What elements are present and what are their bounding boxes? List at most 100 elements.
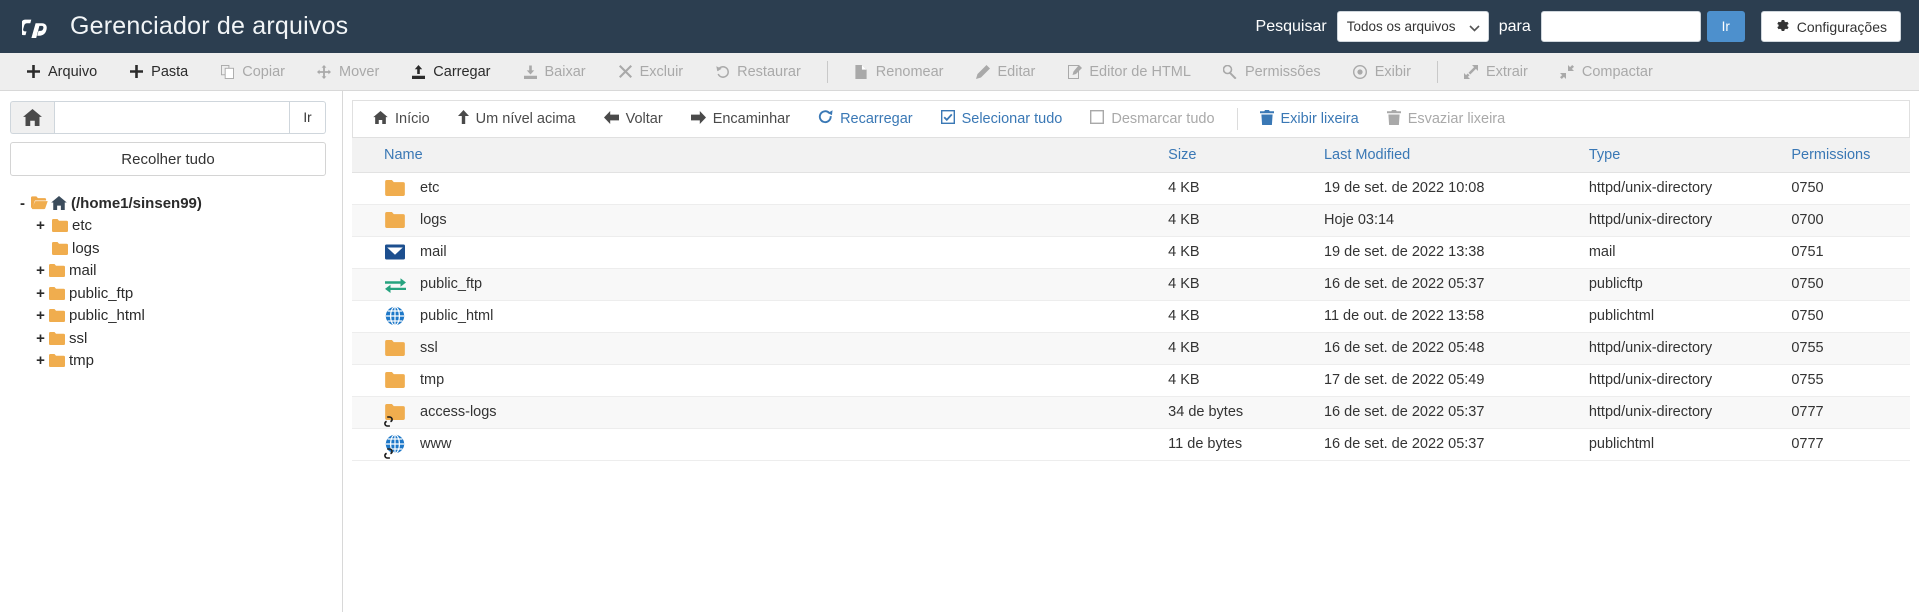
column-header-modified[interactable]: Last Modified [1317,138,1583,173]
tree-item-mail[interactable]: + mail [10,260,326,283]
trash-icon [1386,109,1401,129]
ftp-icon [384,273,406,295]
file-name-cell[interactable]: public_ftp [352,268,1163,301]
uncheck-icon [1090,109,1105,128]
file-size: 11 de bytes [1162,428,1318,461]
home-icon [51,196,67,211]
nav-forward-button[interactable]: Encaminhar [677,101,804,137]
folder-icon [49,309,65,323]
file-permissions: 0777 [1785,428,1910,461]
expand-toggle-icon[interactable]: + [32,262,49,279]
tree-item-logs[interactable]: logs [10,237,326,260]
expand-toggle-icon[interactable]: + [32,285,49,302]
file-type: publicftp [1582,268,1786,301]
nav-select-all-button[interactable]: Selecionar tudo [927,101,1077,137]
tree-item-tmp[interactable]: + tmp [10,350,326,373]
table-row[interactable]: tmp 4 KB 17 de set. de 2022 05:49 httpd/… [352,364,1910,397]
tree-item-label: tmp [69,352,95,370]
file-size: 4 KB [1162,172,1318,205]
file-permissions: 0700 [1785,204,1910,237]
table-row[interactable]: public_html 4 KB 11 de out. de 2022 13:5… [352,300,1910,333]
file-name-cell[interactable]: public_html [352,300,1163,333]
file-list-pane: Início Um nível acima Voltar Encaminhar … [343,91,1919,612]
symlink-badge-icon [382,415,395,428]
check-all-icon [940,109,955,128]
file-table-head: Name Size Last Modified Type Permissions [352,138,1910,173]
table-row[interactable]: mail 4 KB 19 de set. de 2022 13:38 mail … [352,236,1910,269]
file-name: access-logs [420,404,497,420]
nav-home-button[interactable]: Início [359,101,444,137]
tool-label: Renomear [875,63,944,80]
file-table-header-row: Name Size Last Modified Type Permissions [352,138,1910,173]
tree-item-label: mail [69,262,97,280]
collapse-toggle-icon[interactable]: - [14,195,31,212]
tree-item-etc[interactable]: + etc [10,215,326,238]
file-permissions: 0750 [1785,268,1910,301]
delete-button: Excluir [602,53,700,91]
home-icon[interactable] [10,101,54,134]
file-name: etc [420,180,440,196]
column-header-name[interactable]: Name [352,138,1163,173]
table-row[interactable]: access-logs 34 de bytes 16 de set. de 20… [352,396,1910,429]
column-header-size[interactable]: Size [1162,138,1318,173]
nav-back-button[interactable]: Voltar [590,101,677,137]
nav-label: Voltar [625,111,663,127]
file-name-cell[interactable]: access-logs [352,396,1163,429]
column-header-permissions[interactable]: Permissions [1785,138,1910,173]
path-input[interactable] [54,101,290,134]
home-icon [373,110,388,128]
expand-toggle-icon[interactable]: + [32,330,49,347]
path-go-button[interactable]: Ir [290,101,326,134]
new-folder-button[interactable]: Pasta [113,53,204,91]
permissions-button: Permissões [1207,53,1337,91]
search-go-button[interactable]: Ir [1706,11,1745,42]
new-file-button[interactable]: Arquivo [10,53,113,91]
file-name-cell[interactable]: mail [352,236,1163,269]
folder-open-icon [31,196,48,210]
tree-item-home[interactable]: - (/home1/sinsen99) [10,192,326,215]
table-row[interactable]: ssl 4 KB 16 de set. de 2022 05:48 httpd/… [352,332,1910,365]
file-name-cell[interactable]: www [352,428,1163,461]
file-name-cell[interactable]: tmp [352,364,1163,397]
table-row[interactable]: logs 4 KB Hoje 03:14 httpd/unix-director… [352,204,1910,237]
tree-item-public-html[interactable]: + public_html [10,305,326,328]
file-modified: 19 de set. de 2022 13:38 [1317,236,1583,269]
tree-item-public-ftp[interactable]: + public_ftp [10,282,326,305]
restore-icon [715,65,730,79]
cpanel-logo-icon [18,12,56,41]
file-name: tmp [420,372,445,388]
file-name-cell[interactable]: etc [352,172,1163,205]
delete-icon [618,65,633,78]
settings-button[interactable]: Configurações [1760,11,1901,42]
tree-item-label: ssl [69,329,88,347]
nav-view-trash-button[interactable]: Exibir lixeira [1246,101,1373,137]
table-row[interactable]: public_ftp 4 KB 16 de set. de 2022 05:37… [352,268,1910,301]
file-type: publichtml [1582,428,1786,461]
tool-label: Compactar [1581,63,1653,80]
file-name-cell[interactable]: ssl [352,332,1163,365]
file-table: Name Size Last Modified Type Permissions… [352,138,1910,461]
edit-icon [976,64,991,79]
collapse-all-button[interactable]: Recolher tudo [10,142,326,176]
tree-item-ssl[interactable]: + ssl [10,327,326,350]
file-name-cell[interactable]: logs [352,204,1163,237]
table-row[interactable]: etc 4 KB 19 de set. de 2022 10:08 httpd/… [352,172,1910,205]
expand-toggle-icon[interactable]: + [32,352,49,369]
file-modified: 17 de set. de 2022 05:49 [1317,364,1583,397]
page-title: Gerenciador de arquivos [70,12,349,40]
column-header-type[interactable]: Type [1582,138,1786,173]
table-row[interactable]: www 11 de bytes 16 de set. de 2022 05:37… [352,428,1910,461]
expand-toggle-icon[interactable]: + [32,307,49,324]
search-input[interactable] [1540,11,1701,42]
nav-up-level-button[interactable]: Um nível acima [444,101,590,137]
move-icon [317,64,332,79]
nav-reload-button[interactable]: Recarregar [804,101,927,137]
tree-item-label: etc [72,217,93,235]
nav-divider [1236,108,1238,130]
search-scope-select[interactable]: Todos os arquivos [1336,11,1489,42]
tool-label: Carregar [433,63,491,80]
file-modified: 19 de set. de 2022 10:08 [1317,172,1583,205]
file-type: mail [1582,236,1786,269]
expand-toggle-icon[interactable]: + [32,217,49,234]
upload-button[interactable]: Carregar [395,53,506,91]
